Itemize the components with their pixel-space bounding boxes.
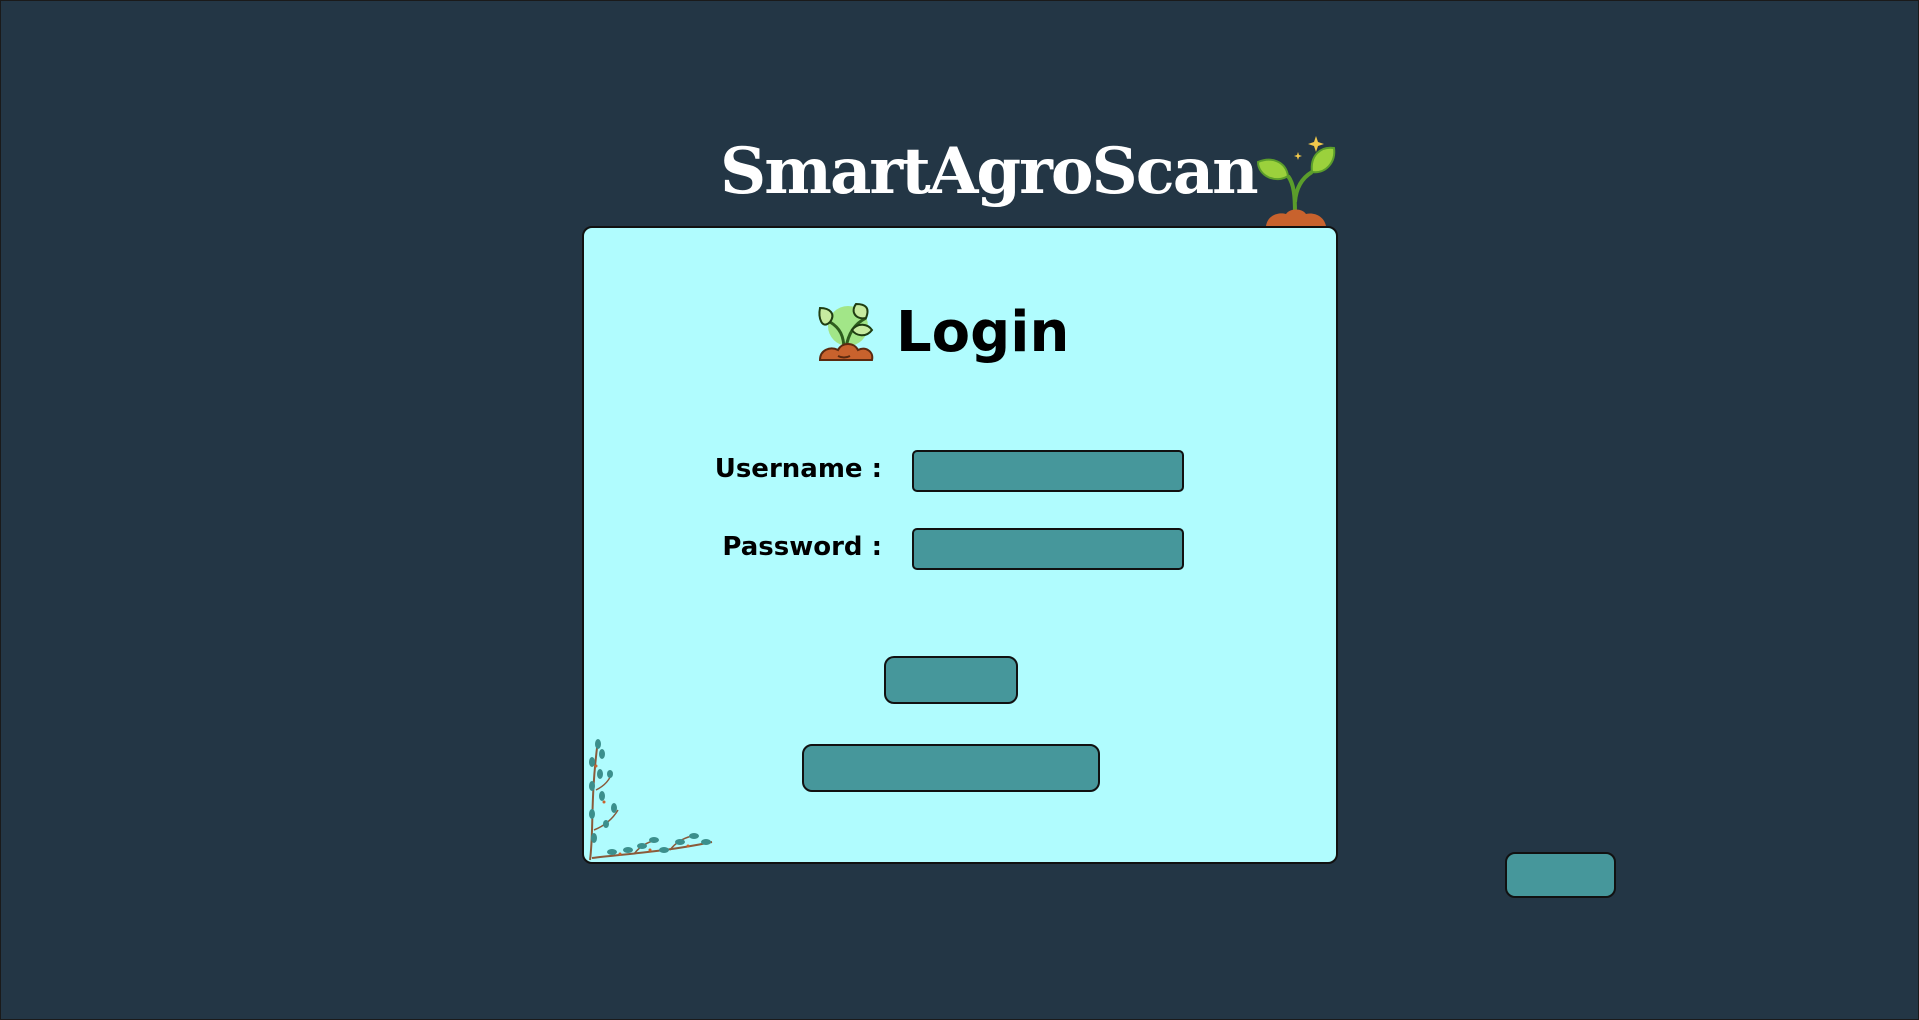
- branch-icon: [589, 739, 713, 861]
- plant-soil-icon: [818, 302, 874, 361]
- username-input[interactable]: [912, 450, 1184, 492]
- login-heading: Login: [816, 292, 1069, 372]
- sprout-icon: [1256, 136, 1336, 226]
- username-label: Username :: [714, 454, 882, 484]
- app-title: SmartAgroScan: [720, 134, 1259, 209]
- register-button[interactable]: [802, 744, 1100, 792]
- login-button[interactable]: [884, 656, 1018, 704]
- corner-button[interactable]: [1505, 852, 1616, 898]
- login-card: Login Username : Password :: [582, 226, 1338, 864]
- login-title: Login: [896, 299, 1070, 365]
- password-label: Password :: [722, 532, 882, 562]
- password-input[interactable]: [912, 528, 1184, 570]
